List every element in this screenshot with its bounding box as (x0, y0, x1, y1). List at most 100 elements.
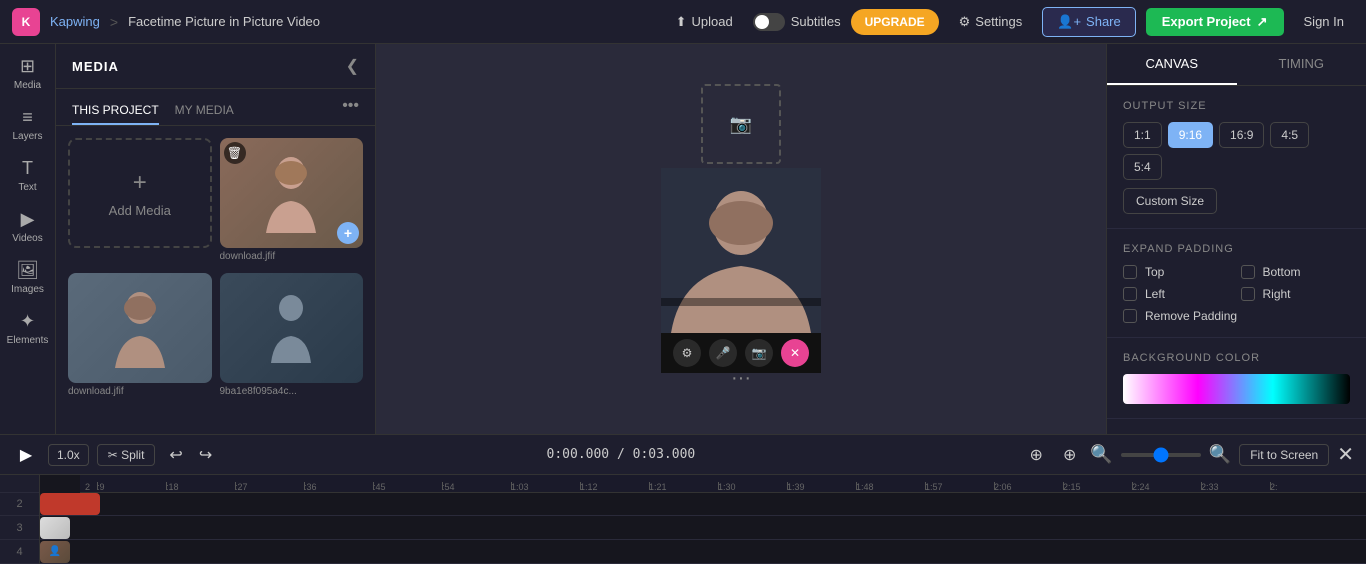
layers-icon: ≡ (22, 107, 33, 128)
person-silhouette-3 (266, 293, 316, 363)
camera-button[interactable]: 📷 (745, 339, 773, 367)
zoom-in-button[interactable]: 🔍 (1209, 444, 1231, 465)
app-logo: K (12, 8, 40, 36)
canvas-video-svg (661, 168, 821, 333)
split-button[interactable]: ✂ Split (97, 444, 156, 466)
tab-canvas[interactable]: CANVAS (1107, 44, 1237, 85)
remove-padding-row: Remove Padding (1123, 309, 1350, 323)
padding-right-checkbox[interactable] (1241, 287, 1255, 301)
time-separator: / (617, 447, 633, 462)
padding-bottom-checkbox[interactable] (1241, 265, 1255, 279)
ruler-mark-233: 2:33 (1201, 482, 1270, 492)
custom-size-button[interactable]: Custom Size (1123, 188, 1217, 214)
brand-link[interactable]: Kapwing (50, 14, 100, 29)
track-num-2: 2 (0, 493, 39, 517)
media-item-2[interactable]: download.jfif (68, 273, 212, 400)
padding-options: Top Bottom Left Right (1123, 265, 1350, 301)
share-button[interactable]: 👤+ Share (1042, 7, 1135, 37)
sidebar-item-elements[interactable]: ✦ Elements (2, 303, 54, 354)
media-thumb-add-1[interactable]: + (337, 222, 359, 244)
background-color-picker[interactable] (1123, 374, 1350, 404)
padding-bottom-label: Bottom (1263, 265, 1301, 279)
timeline-move-icon[interactable]: ⊕ (1057, 442, 1082, 468)
sidebar-item-label-text: Text (18, 182, 36, 193)
canvas-video-frame: 📷 REPLACE (661, 168, 821, 333)
tab-this-project[interactable]: THIS PROJECT (72, 97, 159, 125)
media-grid: + Add Media 🗑 + download.jfif (56, 126, 375, 412)
timeline-focus-icon[interactable]: ⊕ (1024, 442, 1049, 468)
add-media-button[interactable]: + Add Media (68, 138, 212, 248)
media-thumb-3[interactable] (220, 273, 364, 383)
upload-button[interactable]: ⬆ Upload (666, 9, 743, 35)
sidebar-item-videos[interactable]: ▶ Videos (2, 201, 54, 252)
canvas-more-button[interactable]: ··· (731, 367, 751, 390)
output-size-section: OUTPUT SIZE 1:1 9:16 16:9 4:5 5:4 Custom… (1107, 86, 1366, 229)
zoom-slider[interactable] (1121, 453, 1201, 457)
padding-left-label: Left (1145, 287, 1165, 301)
track-clip-4[interactable]: 👤 (40, 541, 70, 563)
ruler-mark-9: :9 (97, 482, 166, 492)
zoom-out-button[interactable]: 🔍 (1090, 444, 1112, 465)
padding-left-checkbox[interactable] (1123, 287, 1137, 301)
time-current: 0:00.000 (547, 447, 610, 462)
media-thumb-1[interactable]: 🗑 + (220, 138, 364, 248)
subtitles-toggle[interactable]: Subtitles (753, 13, 841, 31)
videos-icon: ▶ (21, 209, 35, 230)
fit-to-screen-button[interactable]: Fit to Screen (1239, 444, 1329, 466)
tab-my-media[interactable]: MY MEDIA (175, 97, 234, 125)
close-timeline-button[interactable]: ✕ (1337, 442, 1354, 467)
ruler-mark-224: 2:24 (1132, 482, 1201, 492)
tab-timing[interactable]: TIMING (1237, 44, 1366, 85)
sidebar-item-images[interactable]: 🖼 Images (2, 252, 54, 303)
undo-button[interactable]: ↩ (163, 442, 188, 468)
size-9-16[interactable]: 9:16 (1168, 122, 1213, 148)
media-more-button[interactable]: ••• (342, 97, 359, 125)
track-clip-3[interactable] (40, 517, 70, 539)
redo-button[interactable]: ↪ (193, 442, 218, 468)
media-item-1[interactable]: 🗑 + download.jfif (220, 138, 364, 265)
upload-icon: ⬆ (676, 14, 687, 30)
speed-button[interactable]: 1.0x (48, 444, 89, 466)
size-16-9[interactable]: 16:9 (1219, 122, 1264, 148)
size-5-4[interactable]: 5:4 (1123, 154, 1162, 180)
remove-padding-checkbox[interactable] (1123, 309, 1137, 323)
media-tabs: THIS PROJECT MY MEDIA ••• (56, 89, 375, 126)
add-media-label: Add Media (109, 203, 171, 218)
media-thumb-2[interactable] (68, 273, 212, 383)
end-call-button[interactable]: ✕ (781, 339, 809, 367)
size-4-5[interactable]: 4:5 (1270, 122, 1309, 148)
sidebar-item-layers[interactable]: ≡ Layers (2, 99, 54, 150)
sidebar-item-text[interactable]: T Text (2, 150, 54, 201)
timeline-body: 2 3 4 2 :9 :18 :27 :36 :45 :54 1:03 1:12… (0, 475, 1366, 564)
media-panel-close-button[interactable]: ❮ (346, 56, 359, 76)
media-thumb-delete-1[interactable]: 🗑 (224, 142, 246, 164)
size-1-1[interactable]: 1:1 (1123, 122, 1162, 148)
ruler-mark-112: 1:12 (580, 482, 649, 492)
upgrade-button[interactable]: UPGRADE (851, 9, 939, 35)
tools-sidebar: ⊞ Media ≡ Layers T Text ▶ Videos 🖼 Image… (0, 44, 56, 434)
play-button[interactable]: ▶ (12, 441, 40, 469)
effects-button[interactable]: ⚙ (673, 339, 701, 367)
track-row-2 (40, 493, 1366, 517)
settings-icon: ⚙ (959, 14, 971, 30)
subtitles-switch[interactable] (753, 13, 785, 31)
settings-label: Settings (975, 14, 1022, 29)
settings-button[interactable]: ⚙ Settings (949, 9, 1033, 35)
sidebar-item-media[interactable]: ⊞ Media (2, 48, 54, 99)
track-row-4: 👤 (40, 540, 1366, 564)
ruler-mark-130: 1:30 (718, 482, 787, 492)
padding-top-checkbox[interactable] (1123, 265, 1137, 279)
ruler-marks-container: 2 :9 :18 :27 :36 :45 :54 1:03 1:12 1:21 … (80, 475, 1339, 492)
export-icon: ↗ (1257, 14, 1268, 30)
export-button[interactable]: Export Project ↗ (1146, 8, 1284, 36)
media-item-3[interactable]: 9ba1e8f095a4c... (220, 273, 364, 400)
topbar: K Kapwing > Facetime Picture in Picture … (0, 0, 1366, 44)
mute-button[interactable]: 🎤 (709, 339, 737, 367)
ruler-mark-36: :36 (304, 482, 373, 492)
signin-button[interactable]: Sign In (1294, 9, 1354, 34)
track-clip-2[interactable] (40, 493, 100, 515)
brand-anchor[interactable]: Kapwing (50, 14, 100, 29)
padding-top: Top (1123, 265, 1233, 279)
sidebar-item-label-elements: Elements (7, 335, 49, 346)
padding-right-label: Right (1263, 287, 1291, 301)
